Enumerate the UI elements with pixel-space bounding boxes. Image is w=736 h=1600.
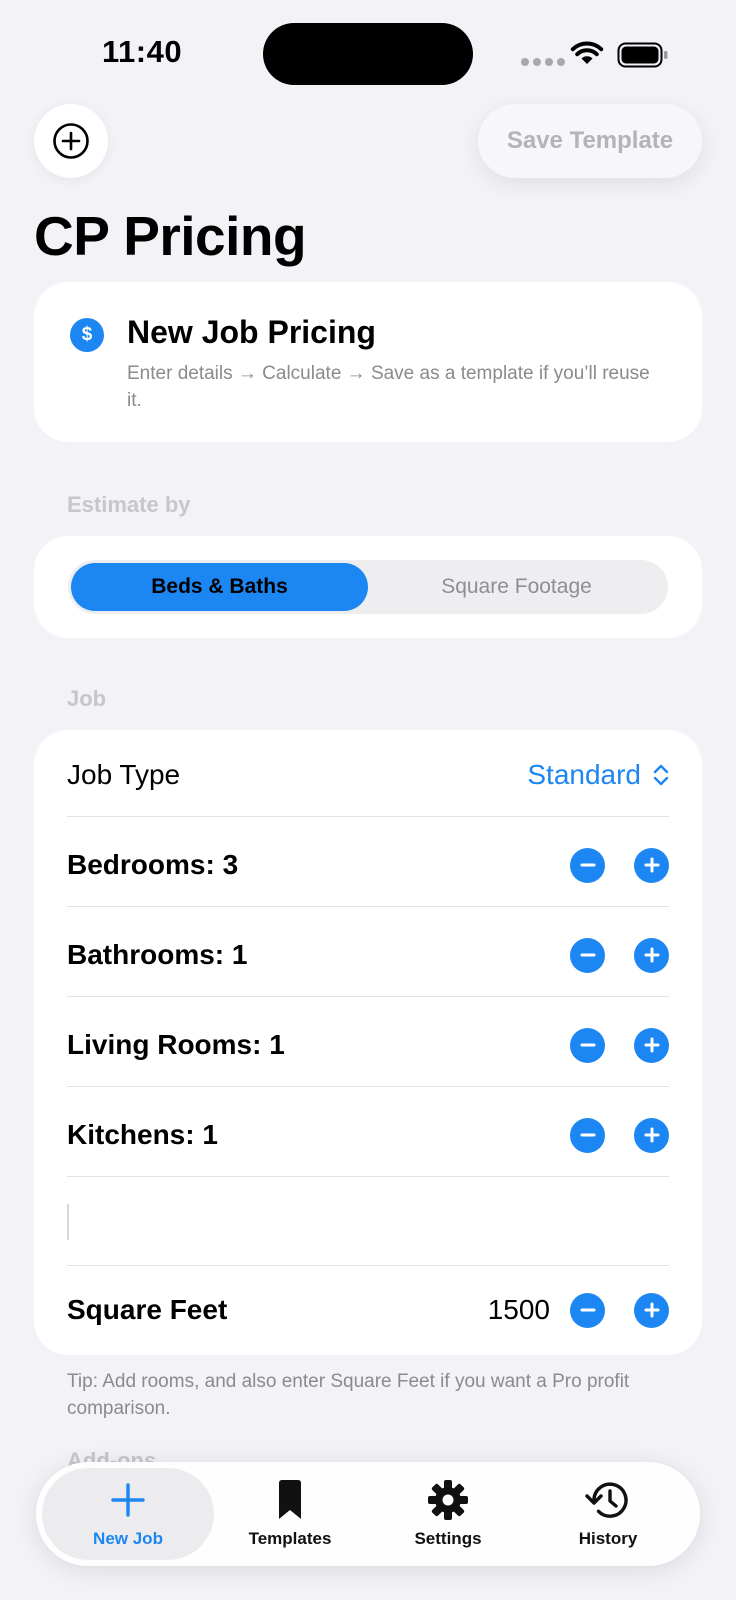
living-rooms-stepper: [570, 1027, 669, 1063]
bathrooms-decrement-button[interactable]: [570, 937, 605, 973]
kitchens-decrement-button[interactable]: [570, 1117, 605, 1153]
intro-description: Enter details → Calculate → Save as a te…: [127, 363, 650, 411]
square-feet-stepper: 1500: [488, 1292, 669, 1328]
plus-icon: [644, 1037, 659, 1053]
row-divider: [67, 1086, 669, 1087]
segment-square-footage[interactable]: Square Footage: [368, 563, 665, 611]
tab-label: History: [578, 1529, 638, 1548]
dollar-icon: $: [70, 318, 104, 352]
bedrooms-label: Bedrooms: 3: [67, 849, 239, 880]
tab-label: Templates: [248, 1529, 332, 1548]
minus-icon: [580, 1043, 595, 1047]
bathrooms-increment-button[interactable]: [634, 937, 669, 973]
plus-icon: [644, 1302, 659, 1318]
intro-card: $ New Job Pricing Enter details → Calcul…: [34, 282, 702, 442]
bedrooms-decrement-button[interactable]: [570, 847, 605, 883]
bedrooms-increment-button[interactable]: [634, 847, 669, 883]
job-type-picker[interactable]: Standard: [527, 759, 669, 791]
cellular-signal-icon: [521, 58, 565, 66]
screen: 11:40 Save Template CP Pricing $ New Job…: [0, 0, 736, 1600]
bedrooms-row: Bedrooms: 3: [67, 824, 669, 906]
living-rooms-decrement-button[interactable]: [570, 1027, 605, 1063]
bathrooms-stepper: [570, 937, 669, 973]
row-divider: [67, 816, 669, 817]
estimate-section-label: Estimate by: [67, 492, 191, 517]
bookmark-icon: [279, 1480, 301, 1519]
kitchens-row: Kitchens: 1: [67, 1094, 669, 1176]
tab-new-job[interactable]: New Job: [42, 1468, 214, 1560]
square-feet-increment-button[interactable]: [634, 1292, 669, 1328]
bathrooms-label: Bathrooms: 1: [67, 939, 248, 970]
battery-icon: [617, 42, 668, 68]
job-type-row: Job Type Standard: [67, 752, 669, 798]
tab-bar: New Job Templates Settings History: [36, 1462, 700, 1566]
plus-icon: [644, 947, 659, 963]
kitchens-label: Kitchens: 1: [67, 1119, 218, 1150]
plus-circle-icon: [53, 123, 89, 159]
job-type-label: Job Type: [67, 759, 181, 790]
kitchens-stepper: [570, 1117, 669, 1153]
bathrooms-row: Bathrooms: 1: [67, 914, 669, 996]
tab-templates[interactable]: Templates: [204, 1468, 376, 1560]
living-rooms-increment-button[interactable]: [634, 1027, 669, 1063]
square-feet-decrement-button[interactable]: [570, 1292, 605, 1328]
kitchens-increment-button[interactable]: [634, 1117, 669, 1153]
intro-title: New Job Pricing: [127, 314, 376, 350]
bedrooms-stepper: [570, 847, 669, 883]
add-button[interactable]: [34, 104, 108, 178]
tab-history[interactable]: History: [522, 1468, 694, 1560]
plus-icon: [644, 1127, 659, 1143]
row-divider: [67, 1176, 669, 1177]
plus-icon: [111, 1483, 145, 1517]
row-divider: [67, 906, 669, 907]
living-rooms-label: Living Rooms: 1: [67, 1029, 285, 1060]
minus-icon: [580, 1133, 595, 1137]
history-icon: [585, 1482, 628, 1518]
minus-icon: [580, 953, 595, 957]
plus-icon: [644, 857, 659, 873]
job-section-label: Job: [67, 686, 107, 711]
status-time: 11:40: [102, 34, 183, 69]
chevron-up-down-icon: [653, 764, 669, 786]
living-rooms-row: Living Rooms: 1: [67, 1004, 669, 1086]
tab-settings[interactable]: Settings: [362, 1468, 534, 1560]
tip-text: Tip: Add rooms, and also enter Square Fe…: [67, 1371, 630, 1419]
job-card: Job Type Standard Bedrooms: 3 Bathrooms:…: [34, 730, 702, 1355]
save-template-button[interactable]: Save Template: [478, 104, 702, 178]
estimate-card: Beds & Baths Square Footage: [34, 536, 702, 638]
segment-beds-baths[interactable]: Beds & Baths: [71, 563, 368, 611]
square-feet-row: Square Feet 1500: [67, 1273, 669, 1347]
tab-label: Settings: [414, 1529, 482, 1548]
square-feet-label: Square Feet: [67, 1294, 228, 1325]
estimate-segmented-control: Beds & Baths Square Footage: [68, 560, 668, 614]
job-type-value: Standard: [527, 759, 641, 790]
minus-icon: [580, 1308, 595, 1312]
dynamic-island: [263, 23, 473, 85]
text-input-cursor[interactable]: [67, 1204, 69, 1240]
square-feet-value[interactable]: 1500: [488, 1294, 550, 1326]
row-divider: [67, 996, 669, 997]
tab-label: New Job: [93, 1529, 163, 1548]
page-title: CP Pricing: [34, 205, 307, 267]
gear-icon: [428, 1480, 468, 1520]
wifi-icon: [570, 41, 604, 64]
row-divider: [67, 1265, 669, 1266]
minus-icon: [580, 863, 595, 867]
